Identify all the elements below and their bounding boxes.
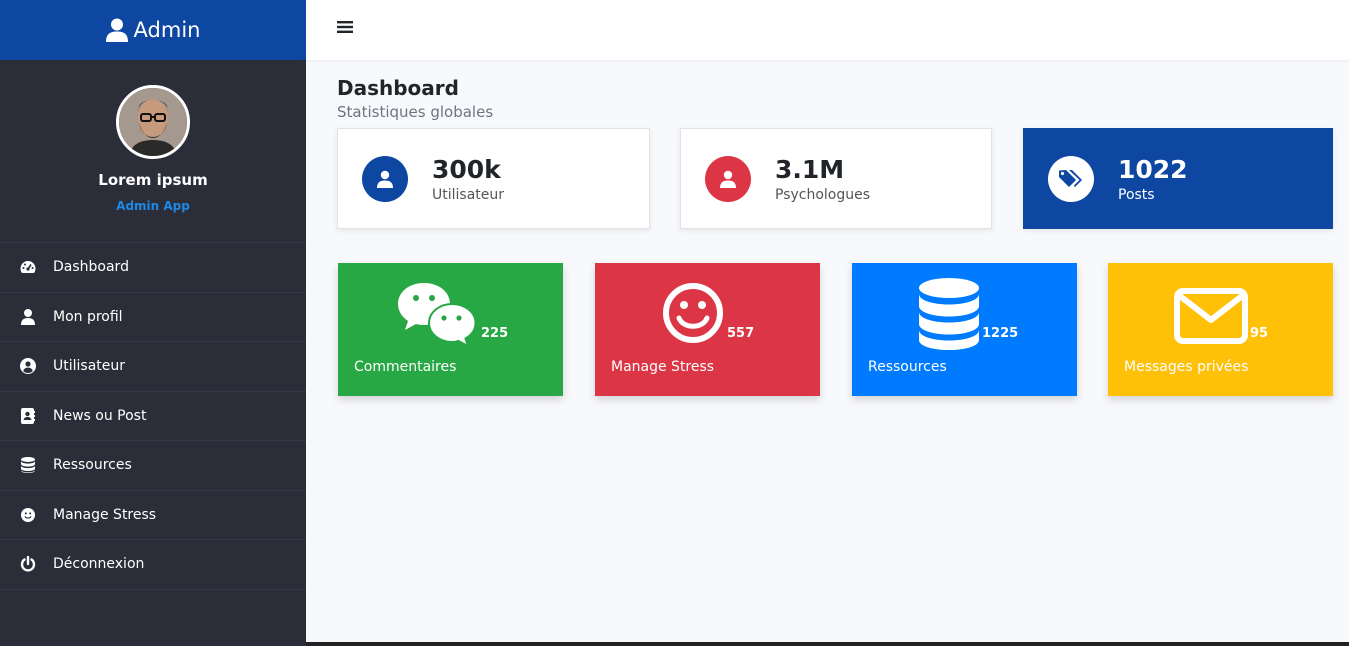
address-book-icon bbox=[18, 406, 38, 426]
envelope-icon bbox=[1174, 288, 1248, 348]
sidebar-item-label: Déconnexion bbox=[53, 556, 145, 573]
sidebar-item-label: Dashboard bbox=[53, 259, 129, 276]
tachometer-icon bbox=[18, 257, 38, 277]
brand-header: Admin bbox=[0, 0, 306, 60]
topbar bbox=[306, 0, 1349, 60]
avatar[interactable] bbox=[116, 85, 190, 159]
bottom-border bbox=[306, 642, 1349, 646]
tile-ressources[interactable]: 1225 Ressources bbox=[852, 263, 1077, 396]
tile-count: 225 bbox=[481, 326, 509, 341]
stat-card-psychologues[interactable]: 3.1M Psychologues bbox=[680, 128, 992, 229]
stat-value: 1022 bbox=[1118, 154, 1188, 184]
user-icon bbox=[377, 170, 393, 188]
tile-label: Ressources bbox=[868, 359, 947, 375]
sidebar-item-label: Mon profil bbox=[53, 308, 123, 325]
smile-icon bbox=[662, 282, 724, 348]
stat-icon-circle bbox=[705, 155, 751, 202]
database-icon bbox=[18, 455, 38, 475]
power-icon bbox=[18, 554, 38, 574]
database-icon bbox=[918, 278, 980, 354]
sidebar-menu: Dashboard Mon profil Utilisateur News ou… bbox=[0, 242, 306, 590]
user-icon bbox=[720, 170, 736, 188]
sidebar-item-mon-profil[interactable]: Mon profil bbox=[0, 293, 306, 342]
sidebar-item-manage-stress[interactable]: Manage Stress bbox=[0, 491, 306, 540]
chat-bubbles-icon bbox=[396, 281, 478, 351]
user-icon bbox=[105, 18, 128, 42]
stat-value: 300k bbox=[432, 154, 501, 184]
sidebar-item-deconnexion[interactable]: Déconnexion bbox=[0, 540, 306, 590]
tile-messages-privees[interactable]: 95 Messages privées bbox=[1108, 263, 1333, 396]
stat-icon-circle bbox=[362, 155, 408, 202]
user-icon bbox=[18, 307, 38, 327]
sidebar-item-label: News ou Post bbox=[53, 407, 147, 424]
page-title: Dashboard bbox=[337, 76, 459, 100]
tile-label: Commentaires bbox=[354, 359, 457, 375]
user-circle-icon bbox=[18, 356, 38, 376]
tile-label: Manage Stress bbox=[611, 359, 715, 375]
profile-section: Lorem ipsum Admin App bbox=[0, 60, 306, 242]
sidebar-item-label: Ressources bbox=[53, 457, 132, 474]
hamburger-menu-icon[interactable] bbox=[337, 19, 353, 35]
stat-card-posts[interactable]: 1022 Posts bbox=[1023, 128, 1333, 229]
stat-label: Posts bbox=[1118, 186, 1155, 203]
sidebar-item-label: Utilisateur bbox=[53, 358, 126, 375]
sidebar: Admin Lorem ipsum Admin App Dashboard Mo… bbox=[0, 0, 306, 646]
smile-icon bbox=[18, 505, 38, 525]
tile-commentaires[interactable]: 225 Commentaires bbox=[338, 263, 563, 396]
brand-title: Admin bbox=[133, 18, 201, 42]
stat-icon-circle bbox=[1048, 155, 1094, 202]
page-subtitle: Statistiques globales bbox=[337, 103, 494, 121]
tile-count: 557 bbox=[727, 326, 755, 341]
tile-count: 1225 bbox=[982, 326, 1019, 341]
tags-icon bbox=[1059, 169, 1082, 187]
stat-value: 3.1M bbox=[775, 154, 845, 184]
sidebar-item-label: Manage Stress bbox=[53, 506, 157, 523]
stat-label: Utilisateur bbox=[432, 186, 505, 203]
sidebar-item-utilisateur[interactable]: Utilisateur bbox=[0, 342, 306, 392]
stat-label: Psychologues bbox=[775, 186, 871, 203]
profile-role[interactable]: Admin App bbox=[116, 199, 190, 213]
stat-card-utilisateur[interactable]: 300k Utilisateur bbox=[337, 128, 650, 229]
sidebar-item-dashboard[interactable]: Dashboard bbox=[0, 243, 306, 293]
profile-name: Lorem ipsum bbox=[98, 171, 208, 189]
tile-count: 95 bbox=[1250, 326, 1269, 341]
sidebar-item-ressources[interactable]: Ressources bbox=[0, 441, 306, 491]
sidebar-item-news[interactable]: News ou Post bbox=[0, 392, 306, 441]
tile-manage-stress[interactable]: 557 Manage Stress bbox=[595, 263, 820, 396]
tile-label: Messages privées bbox=[1124, 359, 1249, 375]
